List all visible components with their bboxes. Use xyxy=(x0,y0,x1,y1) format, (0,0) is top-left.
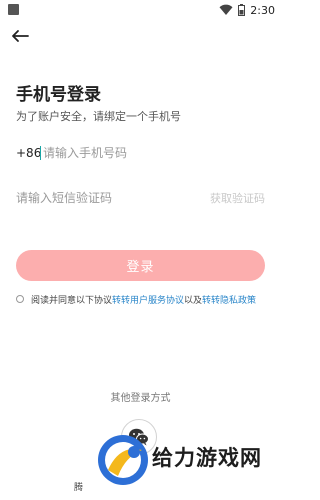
watermark: 给力游戏网 xyxy=(96,428,276,494)
page-subtitle: 为了账户安全，请绑定一个手机号 xyxy=(16,110,181,123)
sms-code-input[interactable] xyxy=(16,191,210,205)
privacy-policy-link[interactable]: 转转隐私政策 xyxy=(202,293,256,306)
watermark-logo-icon xyxy=(98,435,148,485)
partial-text: 腾 xyxy=(74,483,84,493)
text-caret xyxy=(40,146,41,160)
battery-icon xyxy=(238,4,246,16)
watermark-text: 给力游戏网 xyxy=(152,446,262,470)
code-row: 获取验证码 xyxy=(16,188,265,208)
agreement-row: 阅读并同意以下协议 转转用户服务协议 以及 转转隐私政策 xyxy=(16,292,256,306)
user-agreement-link[interactable]: 转转用户服务协议 xyxy=(112,293,184,306)
agreement-separator: 以及 xyxy=(184,295,203,306)
country-code[interactable]: +86 xyxy=(16,146,41,160)
wifi-icon xyxy=(219,4,233,15)
page-title: 手机号登录 xyxy=(16,85,101,105)
status-right: 2:30 xyxy=(219,3,275,17)
phone-row: +86 xyxy=(16,143,265,163)
login-button[interactable]: 登录 xyxy=(16,250,265,281)
agreement-checkbox[interactable] xyxy=(16,295,24,303)
status-bar: 2:30 xyxy=(0,0,281,20)
get-code-button[interactable]: 获取验证码 xyxy=(210,190,265,206)
agreement-text: 阅读并同意以下协议 xyxy=(31,295,113,306)
other-login-label: 其他登录方式 xyxy=(110,393,171,404)
back-arrow-icon[interactable] xyxy=(10,28,30,44)
phone-input[interactable] xyxy=(43,146,265,160)
status-time: 2:30 xyxy=(250,3,275,17)
notification-square-icon xyxy=(8,4,19,15)
